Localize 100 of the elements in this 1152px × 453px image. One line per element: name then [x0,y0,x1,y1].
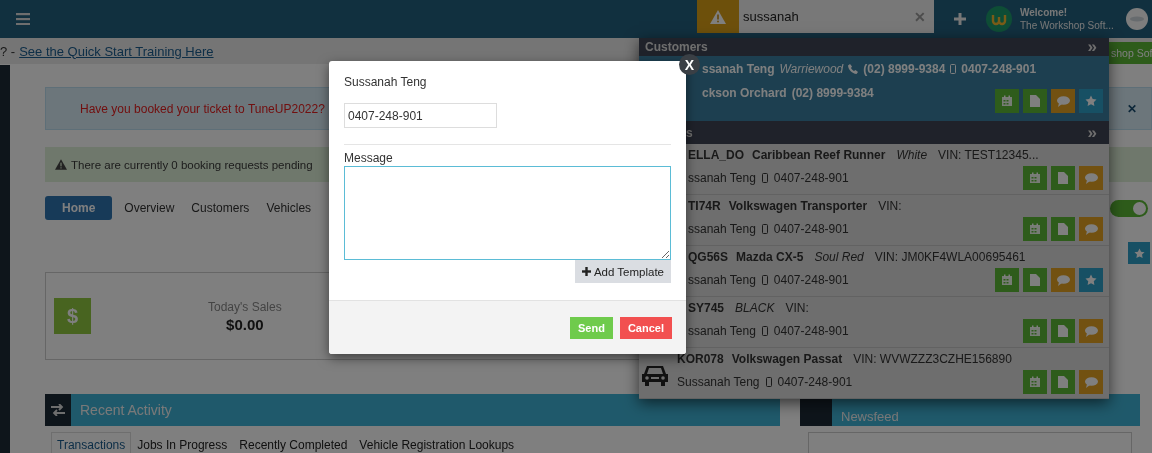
vehicle-row[interactable]: SY745 BLACK VIN: ssanah Teng 0407-248-901 [686,297,1109,348]
vehicle-row[interactable]: QG56S Mazda CX-5 Soul Red VIN: JM0KF4WLA00695461 ssanah Teng 0407-248-901 [686,246,1109,297]
calendar-icon [1029,172,1041,184]
tab[interactable]: Transactions [51,432,132,453]
section-title: s [686,125,694,140]
dollar-icon: $ [54,298,91,334]
expand-button[interactable]: » [1087,40,1097,54]
tab[interactable]: Overview [117,196,182,220]
sales-label: Today's Sales [208,299,282,314]
document-button[interactable] [1051,166,1075,190]
chat-button[interactable] [1079,166,1103,190]
plus-icon [581,267,591,276]
panel-title: Newsfeed [841,408,899,424]
message-field[interactable] [344,166,671,260]
calendar-button[interactable] [1023,370,1047,394]
alert-text: Have you booked your ticket to TuneUP2022? [80,101,325,116]
phone-icon [848,64,859,74]
mobile-number: 0407-248-901 [777,375,853,389]
close-button[interactable]: ✕ [1127,101,1137,116]
vehicle-model: Caribbean Reef Runner [752,148,886,162]
document-icon [1030,274,1040,286]
chat-icon [1084,376,1098,388]
chat-icon [1084,172,1098,184]
chat-button[interactable] [1079,217,1103,241]
swap-arrows-icon [45,394,71,426]
calendar-button[interactable] [995,89,1019,113]
tab[interactable]: Recently Completed [233,432,354,453]
star-button[interactable] [1079,268,1103,292]
add-template-button[interactable]: Add Template [574,260,671,283]
vehicle-row[interactable]: ELLA_DO Caribbean Reef Runner White VIN: TEST12345... ssanah Teng 0407-248-901 [686,144,1109,195]
plus-icon[interactable] [954,13,966,25]
mobile-phone-icon [765,377,772,387]
document-icon [1030,95,1040,107]
mobile-number: 0407-248-901 [773,222,849,236]
document-button[interactable] [1023,89,1047,113]
calendar-icon [1029,223,1041,235]
vehicle-row[interactable]: TI74R Volkswagen Transporter VIN: ssanah Teng 0407-248-901 [686,195,1109,246]
message-label: Message [344,151,394,165]
warning-icon [55,159,67,170]
training-link[interactable]: See the Quick Start Training Here [19,43,214,59]
document-button[interactable] [1051,370,1075,394]
organisation-name[interactable]: The Workshop Soft... [1020,19,1120,32]
phone-number-field[interactable]: 0407-248-901 [344,103,497,128]
vin-text: VIN: WVWZZZ3CZHE156890 [853,352,1012,366]
contact-name: ckson Orchard [702,86,787,100]
toggle-switch[interactable] [1110,199,1148,217]
star-button[interactable] [1128,242,1150,264]
tab[interactable]: Home [45,196,113,220]
mobile-number: 0407-248-901 [961,62,1037,76]
chat-button[interactable] [1051,89,1075,113]
document-button[interactable] [1023,268,1047,292]
calendar-button[interactable] [1023,166,1047,190]
document-button[interactable] [1051,217,1075,241]
star-button[interactable] [1079,89,1103,113]
tab[interactable]: Customers [184,196,257,220]
chat-button[interactable] [1051,268,1075,292]
search-field[interactable]: sussanah ✕ [739,0,934,33]
document-button[interactable] [1051,319,1075,343]
mobile-number: 0407-248-901 [773,273,849,287]
vehicle-model: Volkswagen Passat [731,352,843,366]
vehicle-colour: BLACK [735,301,775,315]
chat-icon [1056,274,1070,286]
chat-button[interactable] [1079,370,1103,394]
logo-icon [986,6,1012,32]
tab[interactable]: Vehicle Registration Lookups [353,432,521,453]
tab[interactable]: Jobs In Progress [131,432,234,453]
send-button[interactable]: Send [570,316,613,339]
expand-button[interactable]: » [1087,125,1097,140]
mobile-phone-icon [761,326,768,336]
alert-text: There are currently 0 booking requests pending [71,158,313,171]
calendar-icon [1029,376,1041,388]
menu-icon[interactable] [16,13,30,25]
calendar-button[interactable] [995,268,1019,292]
calendar-button[interactable] [1023,319,1047,343]
mobile-phone-icon [761,275,768,285]
customer-name: ssanah Teng [702,62,775,76]
mobile-number: 0407-248-901 [773,171,849,185]
chat-icon [1084,325,1098,337]
cancel-button[interactable]: Cancel [619,316,672,339]
recipient-name: Sussanah Teng [344,75,428,89]
document-icon [1058,172,1068,184]
calendar-button[interactable] [1023,217,1047,241]
mobile-phone-icon [761,173,768,183]
calendar-icon [1029,325,1041,337]
clear-button[interactable]: ✕ [914,8,926,25]
vin-text: VIN: TEST12345... [938,148,1039,162]
phone-number: (02) 8999-9384 [791,86,874,100]
tab[interactable]: Vehicles [259,196,319,220]
suburb-text: Warriewood [779,62,844,76]
vehicle-model: Volkswagen Transporter [728,199,868,213]
chat-button[interactable] [1079,319,1103,343]
round-logo-icon[interactable] [1126,8,1148,30]
workshop-button[interactable]: shop Sof [1109,42,1152,64]
chat-icon [1056,95,1070,107]
document-icon [1058,376,1068,388]
star-icon [1085,274,1097,286]
vehicle-colour: White [896,148,928,162]
phone-number: (02) 8999-9384 [863,62,946,76]
mobile-phone-icon [761,224,768,234]
warning-button[interactable] [697,0,739,33]
